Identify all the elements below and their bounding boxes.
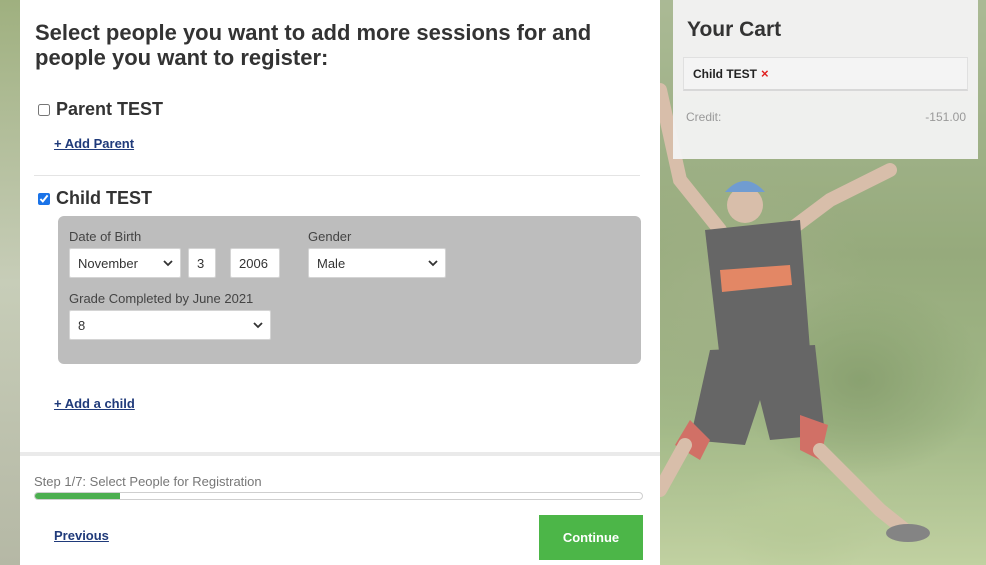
grade-value: 8 [78, 317, 86, 333]
continue-button[interactable]: Continue [539, 515, 643, 560]
credit-value: -151.00 [925, 110, 966, 124]
dob-day-field[interactable]: 3 [188, 248, 216, 278]
child-row: Child TEST [38, 188, 152, 209]
cart-title: Your Cart [687, 18, 782, 41]
parent-name: Parent TEST [56, 99, 164, 119]
page-title: Select people you want to add more sessi… [35, 20, 592, 70]
dob-month-select[interactable]: November [69, 248, 181, 278]
dob-label: Date of Birth [69, 229, 142, 244]
section-divider [34, 175, 640, 176]
step-indicator: Step 1/7: Select People for Registration [34, 474, 262, 489]
footer-divider [20, 452, 660, 456]
chevron-down-icon [428, 260, 438, 267]
dob-year-field[interactable]: 2006 [230, 248, 280, 278]
add-child-link[interactable]: + Add a child [54, 396, 135, 411]
child-name: Child TEST [56, 188, 152, 208]
dob-day-value: 3 [197, 255, 205, 271]
progress-fill [35, 493, 120, 499]
child-details-box: Date of Birth November 3 2006 Gender Mal… [58, 216, 641, 364]
parent-row: Parent TEST [38, 99, 163, 120]
previous-link[interactable]: Previous [54, 528, 109, 543]
child-checkbox[interactable] [38, 192, 50, 205]
chevron-down-icon [163, 260, 173, 267]
cart-item: Child TEST × [683, 57, 968, 91]
cart-item-name: Child TEST [693, 66, 757, 81]
remove-icon[interactable]: × [761, 67, 769, 80]
dob-month-value: November [78, 255, 138, 271]
background-left-strip [0, 0, 20, 565]
add-parent-link[interactable]: + Add Parent [54, 136, 134, 151]
gender-select[interactable]: Male [308, 248, 446, 278]
gender-value: Male [317, 255, 346, 271]
cart-panel: Your Cart Child TEST × Credit: -151.00 [673, 0, 978, 159]
dob-year-value: 2006 [239, 255, 268, 271]
registration-panel: Select people you want to add more sessi… [20, 0, 660, 565]
gender-label: Gender [308, 229, 352, 244]
grade-label: Grade Completed by June 2021 [69, 291, 254, 306]
credit-label: Credit: [686, 110, 722, 124]
parent-checkbox[interactable] [38, 103, 50, 116]
chevron-down-icon [253, 322, 263, 329]
progress-bar [34, 492, 643, 500]
grade-select[interactable]: 8 [69, 310, 271, 340]
